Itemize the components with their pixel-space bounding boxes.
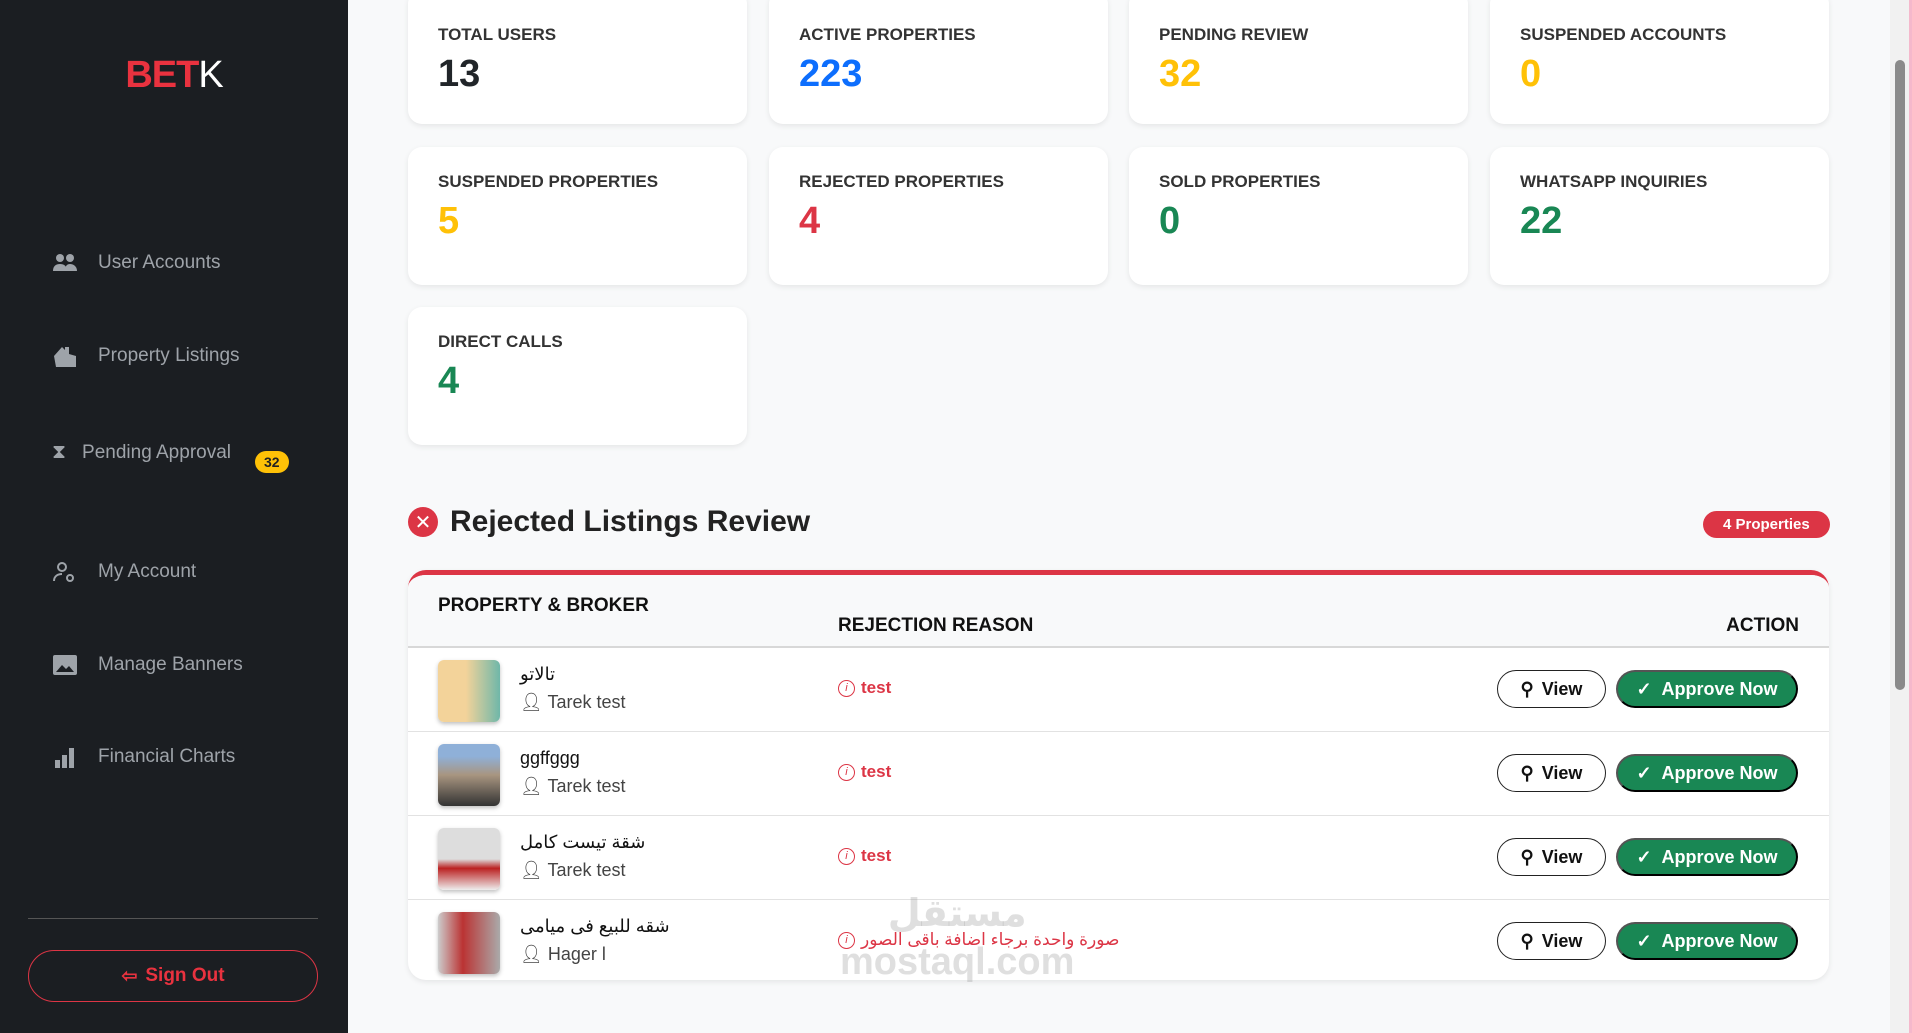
sign-out-button[interactable]: ⇦ Sign Out bbox=[28, 950, 318, 1002]
sidebar-item-property-listings[interactable]: Property Listings bbox=[52, 344, 240, 368]
watermark: مستقل mostaql.com bbox=[840, 893, 1075, 983]
broker-name: 👤︎ Tarek test bbox=[520, 692, 626, 712]
table-row: شقة تيست كامل 👤︎ Tarek test i test ⚲ View … bbox=[408, 816, 1829, 900]
sidebar-divider bbox=[28, 918, 318, 919]
rejection-reason: i test bbox=[838, 678, 891, 698]
property-thumbnail[interactable] bbox=[438, 912, 500, 974]
hourglass-icon: ⧗ bbox=[52, 441, 67, 463]
view-button[interactable]: ⚲ View bbox=[1497, 754, 1606, 792]
scrollbar-thumb[interactable] bbox=[1895, 60, 1905, 690]
broker-name: 👤︎ Tarek test bbox=[520, 776, 626, 796]
property-thumbnail[interactable] bbox=[438, 744, 500, 806]
search-icon: ⚲ bbox=[1520, 762, 1534, 783]
scrollbar[interactable] bbox=[1890, 0, 1912, 1033]
approve-now-button[interactable]: ✓ Approve Now bbox=[1616, 670, 1798, 708]
rejection-reason: i test bbox=[838, 846, 891, 866]
user-icon: 👤︎ bbox=[520, 860, 548, 880]
info-icon: i bbox=[838, 679, 855, 697]
stat-card: SUSPENDED ACCOUNTS 0 bbox=[1490, 0, 1829, 124]
logo: BETK bbox=[125, 54, 223, 96]
view-button[interactable]: ⚲ View bbox=[1497, 922, 1606, 960]
property-thumbnail[interactable] bbox=[438, 828, 500, 890]
section-title: ✕ Rejected Listings Review bbox=[408, 505, 810, 539]
sidebar-item-manage-banners[interactable]: Manage Banners bbox=[52, 653, 243, 677]
search-icon: ⚲ bbox=[1520, 930, 1534, 951]
properties-count-badge: 4 Properties bbox=[1703, 511, 1830, 538]
stat-card: PENDING REVIEW 32 bbox=[1129, 0, 1468, 124]
check-circle-icon: ✓ bbox=[1636, 846, 1652, 867]
broker-name: 👤︎ Hager l bbox=[520, 944, 606, 964]
sidebar-item-user-accounts[interactable]: User Accounts bbox=[52, 251, 221, 275]
user-icon: 👤︎ bbox=[520, 776, 548, 796]
user-icon: 👤︎ bbox=[520, 692, 548, 712]
approve-now-button[interactable]: ✓ Approve Now bbox=[1616, 754, 1798, 792]
user-icon: 👤︎ bbox=[520, 944, 548, 964]
check-circle-icon: ✓ bbox=[1636, 762, 1652, 783]
user-gear-icon bbox=[53, 562, 74, 582]
image-icon bbox=[53, 655, 77, 675]
approve-now-button[interactable]: ✓ Approve Now bbox=[1616, 922, 1798, 960]
property-title: ggffggg bbox=[520, 748, 580, 768]
sidebar-item-my-account[interactable]: My Account bbox=[52, 560, 196, 584]
rejected-listings-table: PROPERTY & BROKER REJECTION REASON ACTIO… bbox=[408, 570, 1829, 980]
x-circle-icon: ✕ bbox=[408, 507, 438, 537]
check-circle-icon: ✓ bbox=[1636, 678, 1652, 699]
search-icon: ⚲ bbox=[1520, 846, 1534, 867]
approve-now-button[interactable]: ✓ Approve Now bbox=[1616, 838, 1798, 876]
table-row: تالاتو 👤︎ Tarek test i test ⚲ View ✓ Approv… bbox=[408, 648, 1829, 732]
view-button[interactable]: ⚲ View bbox=[1497, 838, 1606, 876]
property-title: تالاتو bbox=[520, 664, 556, 684]
property-title: شقه للبيع فى ميامى bbox=[520, 916, 670, 936]
users-icon bbox=[53, 254, 77, 271]
property-thumbnail[interactable] bbox=[438, 660, 500, 722]
table-row: شقه للبيع فى ميامى 👤︎ Hager l i صورة واحد… bbox=[408, 900, 1829, 980]
table-row: ggffggg 👤︎ Tarek test i test ⚲ View ✓ Appro… bbox=[408, 732, 1829, 816]
bar-chart-icon bbox=[55, 748, 74, 768]
stat-card: SOLD PROPERTIES 0 bbox=[1129, 147, 1468, 285]
pending-badge: 32 bbox=[255, 451, 289, 473]
rejection-reason: i test bbox=[838, 762, 891, 782]
stat-card: WHATSAPP INQUIRIES 22 bbox=[1490, 147, 1829, 285]
stat-card: DIRECT CALLS 4 bbox=[408, 307, 747, 445]
search-icon: ⚲ bbox=[1520, 678, 1534, 699]
info-icon: i bbox=[838, 763, 855, 781]
check-circle-icon: ✓ bbox=[1636, 930, 1652, 951]
house-icon bbox=[54, 347, 76, 367]
sidebar-item-financial-charts[interactable]: Financial Charts bbox=[52, 745, 235, 769]
info-icon: i bbox=[838, 847, 855, 865]
stat-card: ACTIVE PROPERTIES 223 bbox=[769, 0, 1108, 124]
stat-card: SUSPENDED PROPERTIES 5 bbox=[408, 147, 747, 285]
table-header: PROPERTY & BROKER REJECTION REASON ACTIO… bbox=[408, 575, 1829, 648]
sign-out-icon: ⇦ bbox=[121, 965, 138, 987]
property-title: شقة تيست كامل bbox=[520, 832, 646, 852]
stat-card: REJECTED PROPERTIES 4 bbox=[769, 147, 1108, 285]
sidebar: BETK User Accounts Property Listings ⧗ Pe… bbox=[0, 0, 348, 1033]
stat-card: TOTAL USERS 13 bbox=[408, 0, 747, 124]
view-button[interactable]: ⚲ View bbox=[1497, 670, 1606, 708]
broker-name: 👤︎ Tarek test bbox=[520, 860, 626, 880]
